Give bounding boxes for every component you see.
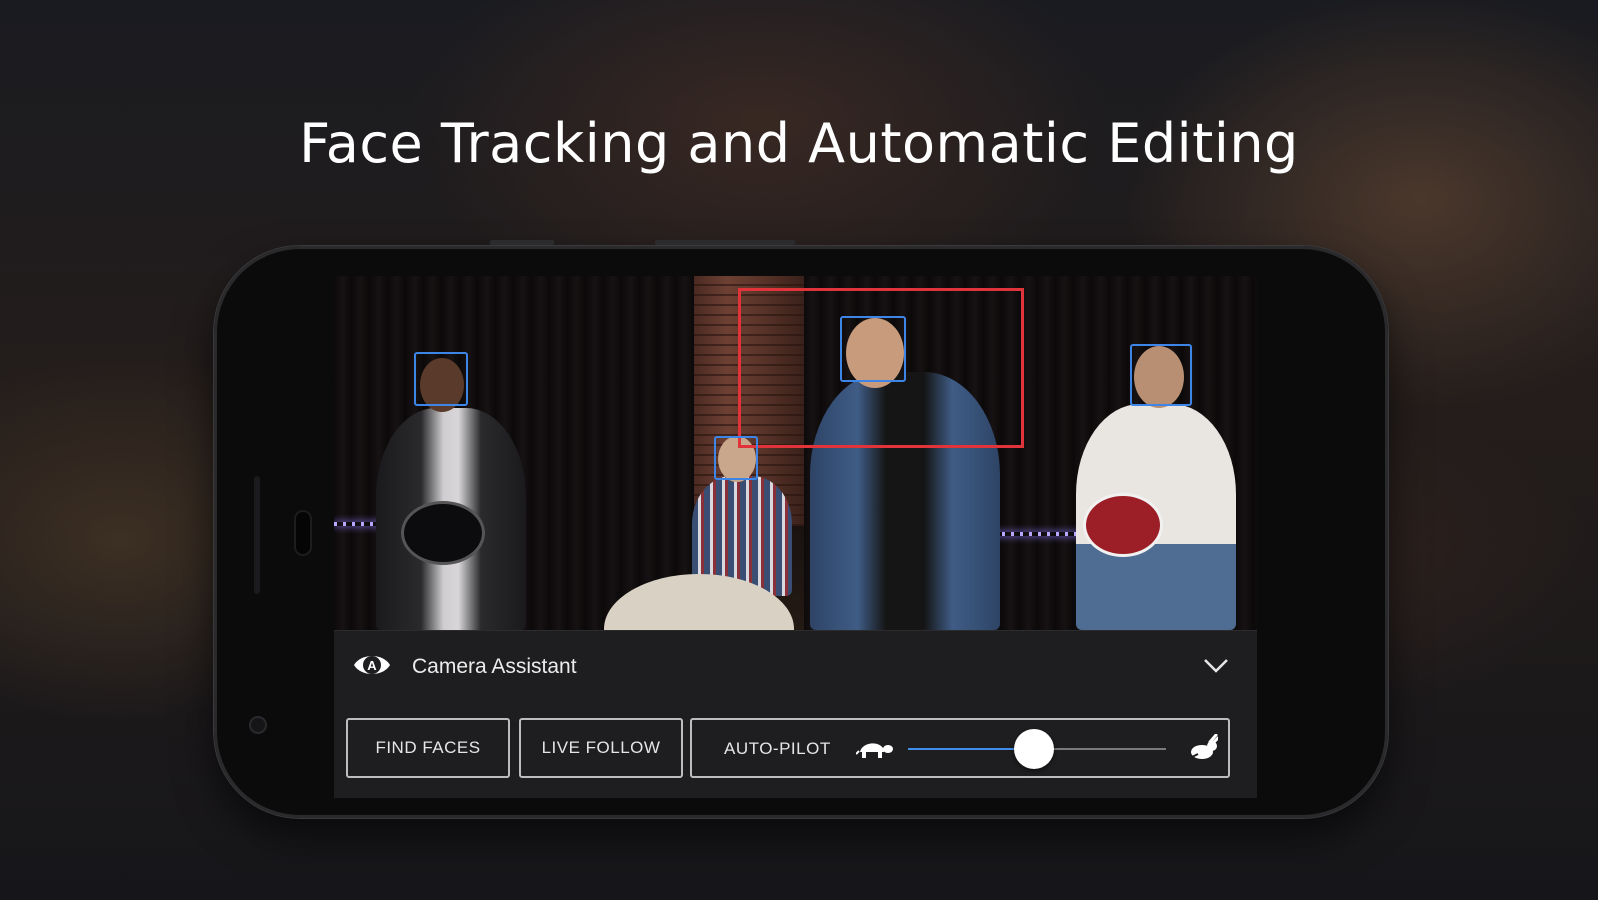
phone-screen: A Camera Assistant FIND FACES LIVE FOLLO…: [334, 276, 1257, 798]
phone-top-button-left: [490, 240, 554, 245]
chevron-down-icon[interactable]: [1201, 653, 1231, 677]
phone-speaker: [296, 512, 310, 554]
speed-slider-thumb[interactable]: [1014, 729, 1055, 769]
live-follow-button[interactable]: LIVE FOLLOW: [519, 718, 683, 778]
find-faces-button[interactable]: FIND FACES: [346, 718, 510, 778]
guitar-right: [1086, 496, 1160, 554]
face-box-singer: [840, 316, 906, 382]
headline: Face Tracking and Automatic Editing: [299, 112, 1299, 175]
camera-assistant-title: Camera Assistant: [412, 655, 577, 678]
controls-panel: FIND FACES LIVE FOLLOW AUTO-PILOT: [334, 702, 1257, 798]
phone-top-button-right: [655, 240, 795, 245]
autopilot-label: AUTO-PILOT: [724, 739, 831, 758]
turtle-icon: [856, 743, 893, 758]
speed-slider-track[interactable]: [908, 729, 1166, 769]
live-follow-label: LIVE FOLLOW: [541, 738, 661, 757]
front-camera: [251, 718, 265, 732]
face-box-right: [1130, 344, 1192, 406]
autopilot-control[interactable]: AUTO-PILOT: [690, 718, 1230, 778]
camera-assistant-bar[interactable]: A Camera Assistant: [334, 630, 1257, 703]
eye-a-icon: A: [354, 656, 390, 674]
rabbit-icon: [1189, 734, 1218, 759]
camera-preview[interactable]: [334, 276, 1257, 630]
face-box-left: [414, 352, 468, 406]
find-faces-label: FIND FACES: [375, 738, 481, 757]
guitar-left: [404, 504, 482, 562]
phone-side-slot: [254, 476, 260, 594]
svg-text:A: A: [367, 658, 377, 673]
face-box-drummer: [714, 436, 758, 480]
